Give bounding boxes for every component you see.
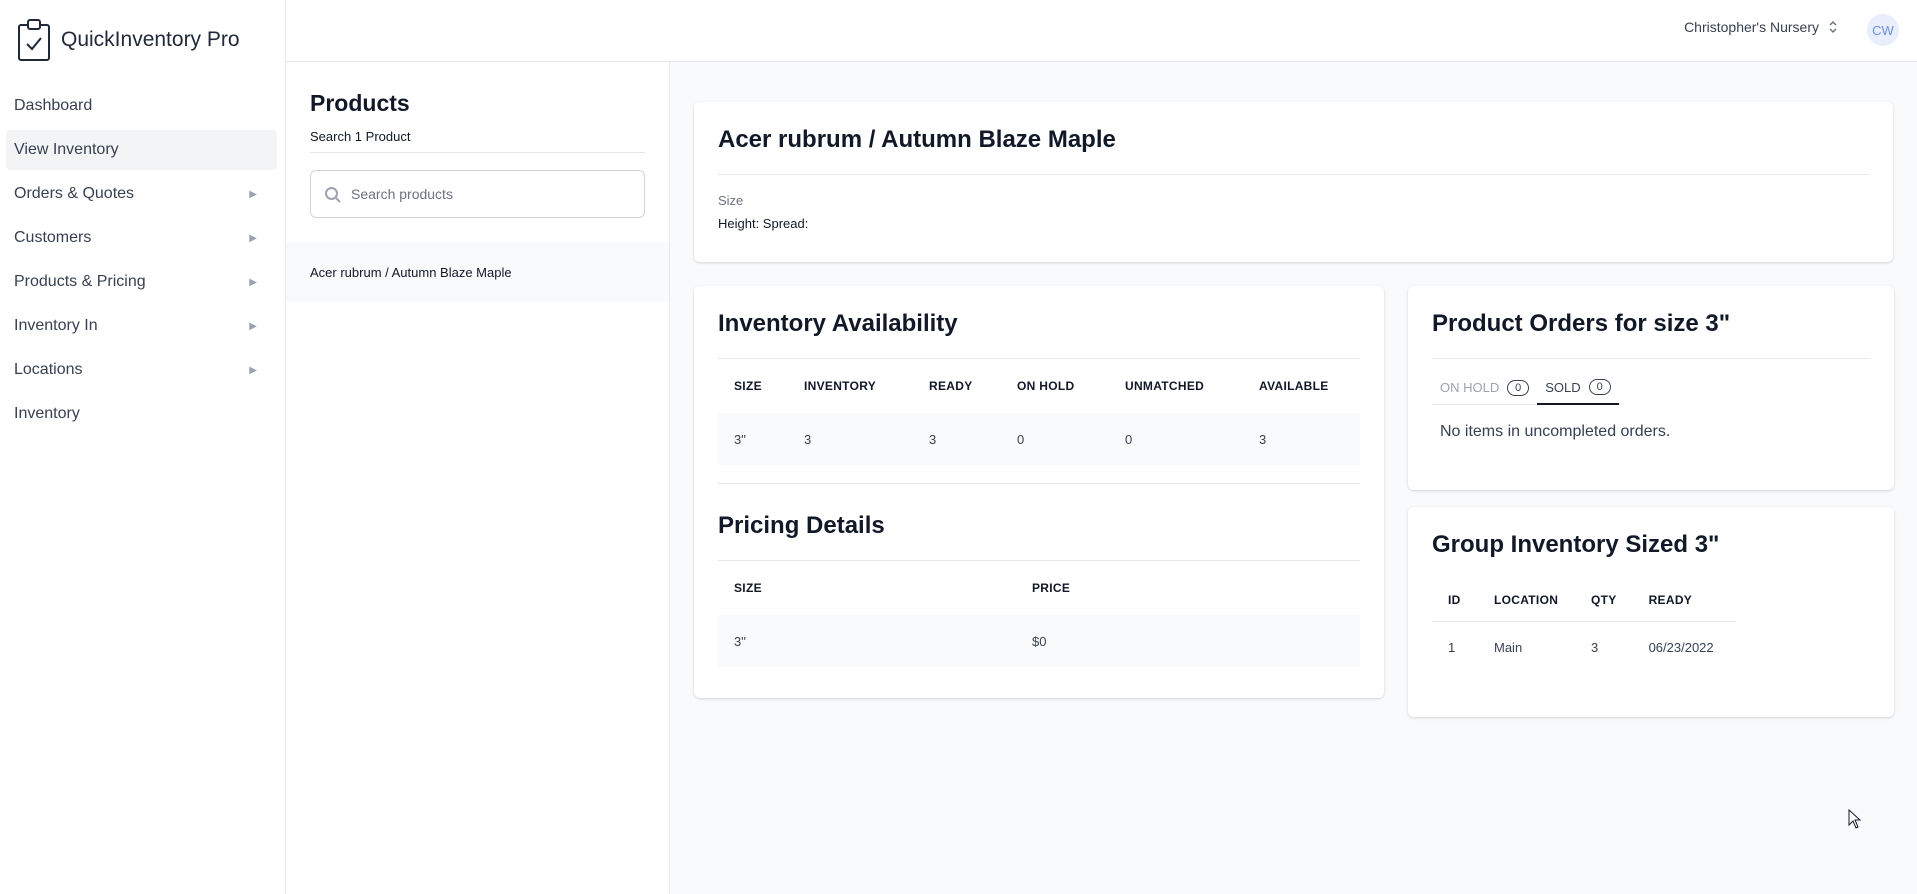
pricing-title: Pricing Details — [718, 512, 885, 539]
avatar[interactable]: CW — [1867, 14, 1899, 46]
sidebar-item-label: Locations — [14, 361, 83, 378]
mouse-cursor-icon — [1848, 809, 1862, 829]
sidebar-item-products-pricing[interactable]: Products & Pricing ▶ — [6, 262, 277, 302]
column-header: READY — [1648, 592, 1693, 607]
pricing-table: SIZE PRICE 3" $0 — [718, 561, 1360, 667]
product-title: Acer rubrum / Autumn Blaze Maple — [718, 126, 1116, 153]
table-cell: 1 — [1448, 639, 1456, 655]
sidebar-item-customers[interactable]: Customers ▶ — [6, 218, 277, 258]
divider — [1432, 358, 1870, 359]
search-input[interactable] — [351, 171, 631, 217]
group-inventory-card: Group Inventory Sized 3" ID LOCATION QTY… — [1408, 507, 1894, 717]
sidebar-item-label: Products & Pricing — [14, 273, 146, 290]
search-icon — [325, 187, 341, 203]
products-panel: Products Search 1 Product Acer rubrum / … — [286, 62, 670, 894]
count-badge: 0 — [1588, 379, 1611, 395]
group-inventory-table: ID LOCATION QTY READY 1 Main 3 06/23/202… — [1432, 579, 1736, 673]
caret-right-icon: ▶ — [249, 320, 257, 332]
sidebar-item-orders-quotes[interactable]: Orders & Quotes ▶ — [6, 174, 277, 214]
table-cell: Main — [1494, 639, 1523, 655]
sidebar-item-locations[interactable]: Locations ▶ — [6, 350, 277, 390]
table-cell: $0 — [1032, 633, 1047, 649]
org-name: Christopher's Nursery — [1684, 19, 1819, 35]
column-header: AVAILABLE — [1259, 379, 1329, 393]
org-switcher[interactable]: Christopher's Nursery — [1684, 19, 1839, 35]
sidebar-item-label: Customers — [14, 229, 92, 246]
caret-right-icon: ▶ — [249, 188, 257, 200]
table-row: 3" $0 — [718, 615, 1360, 667]
product-orders-card: Product Orders for size 3" ON HOLD 0 SOL… — [1408, 286, 1894, 490]
table-cell: 3 — [1259, 431, 1267, 447]
availability-table: SIZE INVENTORY READY ON HOLD UNMATCHED A… — [718, 359, 1360, 465]
tab-label: ON HOLD — [1440, 380, 1500, 395]
column-header: LOCATION — [1494, 592, 1559, 607]
tab-on-hold[interactable]: ON HOLD 0 — [1432, 379, 1537, 404]
sidebar-item-label: Orders & Quotes — [14, 185, 135, 202]
chevron-up-down-icon — [1829, 20, 1837, 34]
column-header: UNMATCHED — [1125, 379, 1205, 393]
table-cell: 0 — [1017, 431, 1025, 447]
products-subtitle: Search 1 Product — [310, 129, 645, 153]
brand[interactable]: QuickInventory Pro — [0, 0, 285, 80]
group-title: Group Inventory Sized 3" — [1432, 531, 1720, 558]
caret-right-icon: ▶ — [249, 364, 257, 376]
app-name: QuickInventory Pro — [61, 28, 240, 51]
sidebar-item-view-inventory[interactable]: View Inventory — [6, 130, 277, 170]
count-badge: 0 — [1507, 379, 1530, 396]
table-cell: 3 — [929, 431, 937, 447]
table-cell: 06/23/2022 — [1648, 639, 1714, 655]
table-row[interactable]: 1 Main 3 06/23/2022 — [1432, 621, 1736, 673]
column-header: ON HOLD — [1017, 379, 1075, 393]
availability-title: Inventory Availability — [718, 310, 958, 337]
table-cell: 3" — [734, 431, 746, 447]
empty-orders-message: No items in uncompleted orders. — [1440, 423, 1671, 440]
divider — [718, 174, 1869, 175]
column-header: READY — [929, 379, 973, 393]
tab-sold[interactable]: SOLD 0 — [1537, 379, 1619, 405]
sidebar-item-inventory[interactable]: Inventory — [6, 394, 277, 434]
table-cell: 3 — [1591, 639, 1599, 655]
caret-right-icon: ▶ — [249, 232, 257, 244]
column-header: QTY — [1591, 592, 1617, 607]
topbar: Christopher's Nursery CW — [286, 0, 1917, 62]
table-cell: 3 — [804, 431, 812, 447]
sidebar: QuickInventory Pro Dashboard View Invent… — [0, 0, 286, 894]
product-detail-card: Acer rubrum / Autumn Blaze Maple Size He… — [694, 102, 1893, 262]
inventory-availability-card: Inventory Availability SIZE INVENTORY RE… — [694, 286, 1384, 698]
sidebar-item-label: Dashboard — [14, 97, 93, 114]
sidebar-item-label: Inventory — [14, 405, 80, 422]
column-header: INVENTORY — [804, 379, 877, 393]
products-title: Products — [310, 90, 410, 116]
sidebar-nav: Dashboard View Inventory Orders & Quotes… — [0, 80, 285, 434]
sidebar-item-dashboard[interactable]: Dashboard — [6, 86, 277, 126]
size-label: Size — [718, 193, 744, 208]
sidebar-item-label: Inventory In — [14, 317, 98, 334]
product-list-item[interactable]: Acer rubrum / Autumn Blaze Maple — [286, 242, 669, 302]
clipboard-check-icon — [18, 19, 50, 61]
table-cell: 3" — [734, 633, 746, 649]
column-header: SIZE — [734, 379, 762, 393]
divider — [718, 483, 1360, 484]
column-header: SIZE — [734, 581, 762, 595]
sidebar-item-inventory-in[interactable]: Inventory In ▶ — [6, 306, 277, 346]
sidebar-item-label: View Inventory — [14, 141, 119, 158]
table-row: 3" 3 3 0 0 3 — [718, 413, 1360, 465]
search-box — [310, 170, 645, 218]
size-value: Height: Spread: — [718, 216, 809, 231]
column-header: PRICE — [1032, 581, 1071, 595]
orders-tabs: ON HOLD 0 SOLD 0 — [1432, 379, 1622, 405]
caret-right-icon: ▶ — [249, 276, 257, 288]
orders-title: Product Orders for size 3" — [1432, 310, 1731, 337]
column-header: ID — [1448, 592, 1461, 607]
table-cell: 0 — [1125, 431, 1133, 447]
tab-label: SOLD — [1545, 379, 1581, 395]
